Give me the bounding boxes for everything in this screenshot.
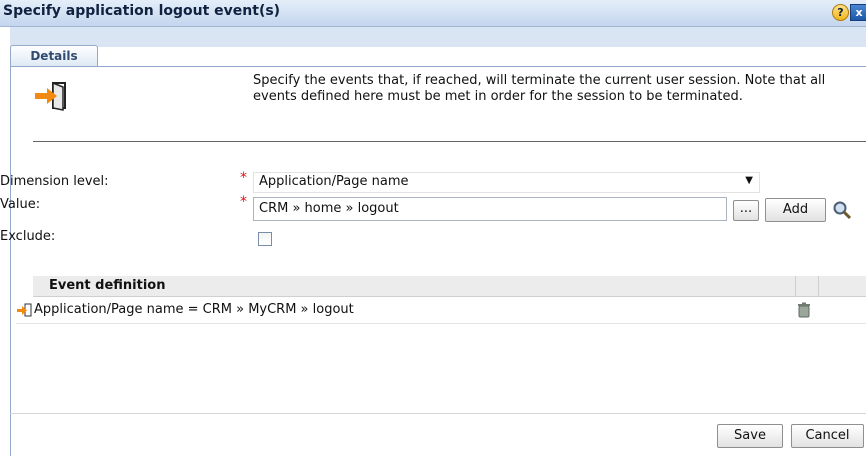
value-input[interactable]: CRM » home » logout	[253, 197, 727, 221]
event-grid-header: Event definition	[33, 276, 866, 297]
tab-details[interactable]: Details	[10, 45, 98, 67]
header-divider	[33, 141, 866, 142]
dimension-level-select[interactable]: Application/Page name ▼	[253, 172, 760, 193]
add-button[interactable]: Add	[765, 198, 826, 222]
save-button[interactable]: Save	[717, 424, 783, 448]
grid-column-divider	[818, 276, 819, 296]
required-marker: *	[240, 194, 247, 210]
logout-event-dialog: Specify application logout event(s) ? x …	[0, 0, 866, 456]
grid-column-divider	[795, 276, 796, 296]
table-row[interactable]: Application/Page name = CRM » MyCRM » lo…	[16, 297, 866, 324]
footer-divider	[10, 413, 866, 414]
dialog-title: Specify application logout event(s)	[3, 3, 281, 19]
event-definition-text: Application/Page name = CRM » MyCRM » lo…	[34, 302, 354, 317]
dropdown-caret-icon: ▼	[745, 175, 753, 186]
event-definition-header: Event definition	[49, 278, 166, 293]
logout-arrow-icon	[17, 303, 32, 317]
value-input-text: CRM » home » logout	[259, 201, 399, 216]
trash-icon[interactable]	[797, 302, 811, 318]
dimension-level-label: Dimension level:	[0, 174, 109, 189]
dimension-level-value: Application/Page name	[259, 174, 409, 189]
value-label: Value:	[0, 197, 41, 212]
search-icon[interactable]	[832, 200, 852, 220]
details-panel	[10, 66, 866, 456]
description-text: Specify the events that, if reached, wil…	[253, 73, 826, 104]
exclude-label: Exclude:	[0, 229, 56, 244]
logout-arrow-icon	[35, 81, 66, 111]
exclude-checkbox[interactable]	[258, 232, 272, 246]
required-marker: *	[240, 170, 247, 186]
tab-bar	[10, 27, 866, 47]
help-icon[interactable]: ?	[832, 4, 849, 21]
close-icon[interactable]: x	[850, 4, 866, 21]
browse-button[interactable]: ...	[733, 200, 759, 221]
cancel-button[interactable]: Cancel	[791, 424, 864, 448]
title-bar: Specify application logout event(s) ? x	[0, 0, 866, 27]
